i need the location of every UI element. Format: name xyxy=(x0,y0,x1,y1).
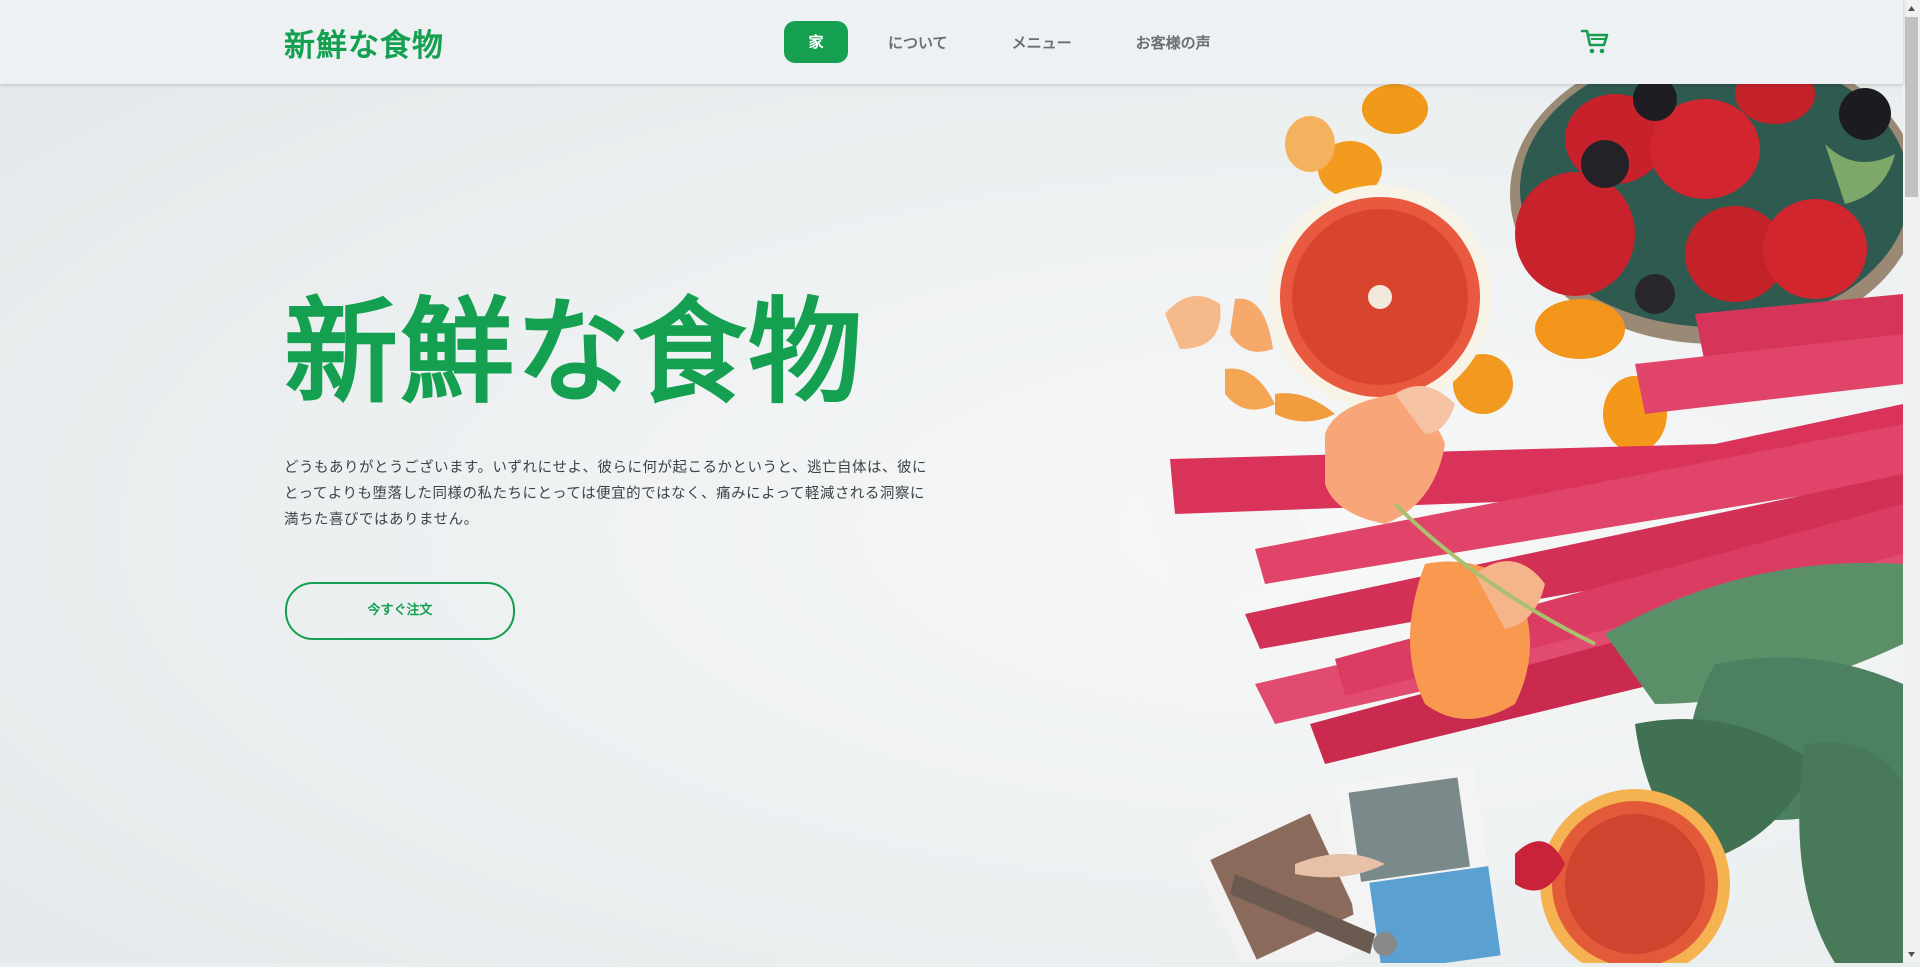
scroll-up-arrow-icon[interactable] xyxy=(1903,0,1920,17)
nav-item-about[interactable]: について xyxy=(888,32,948,53)
nav-item-menu[interactable]: メニュー xyxy=(1012,32,1072,53)
site-header: 新鮮な食物 家 について メニュー お客様の声 xyxy=(0,0,1903,84)
main-nav: 家 について メニュー お客様の声 xyxy=(784,21,1275,63)
hero-title: 新鮮な食物 xyxy=(284,286,865,419)
scrollbar-thumb[interactable] xyxy=(1905,17,1918,197)
food-illustration xyxy=(1095,84,1903,963)
nav-item-home[interactable]: 家 xyxy=(784,21,848,63)
site-logo[interactable]: 新鮮な食物 xyxy=(284,20,444,65)
order-now-button[interactable]: 今すぐ注文 xyxy=(285,582,515,640)
hero-description: どうもありがとうございます。いずれにせよ、彼らに何が起こるかというと、逃亡自体は… xyxy=(284,460,927,528)
nav-item-testimonials[interactable]: お客様の声 xyxy=(1136,32,1211,53)
shopping-cart-icon[interactable] xyxy=(1580,28,1610,56)
page-scrollbar[interactable] xyxy=(1903,0,1920,963)
scroll-down-arrow-icon[interactable] xyxy=(1903,946,1920,963)
blood-orange xyxy=(1268,185,1492,409)
